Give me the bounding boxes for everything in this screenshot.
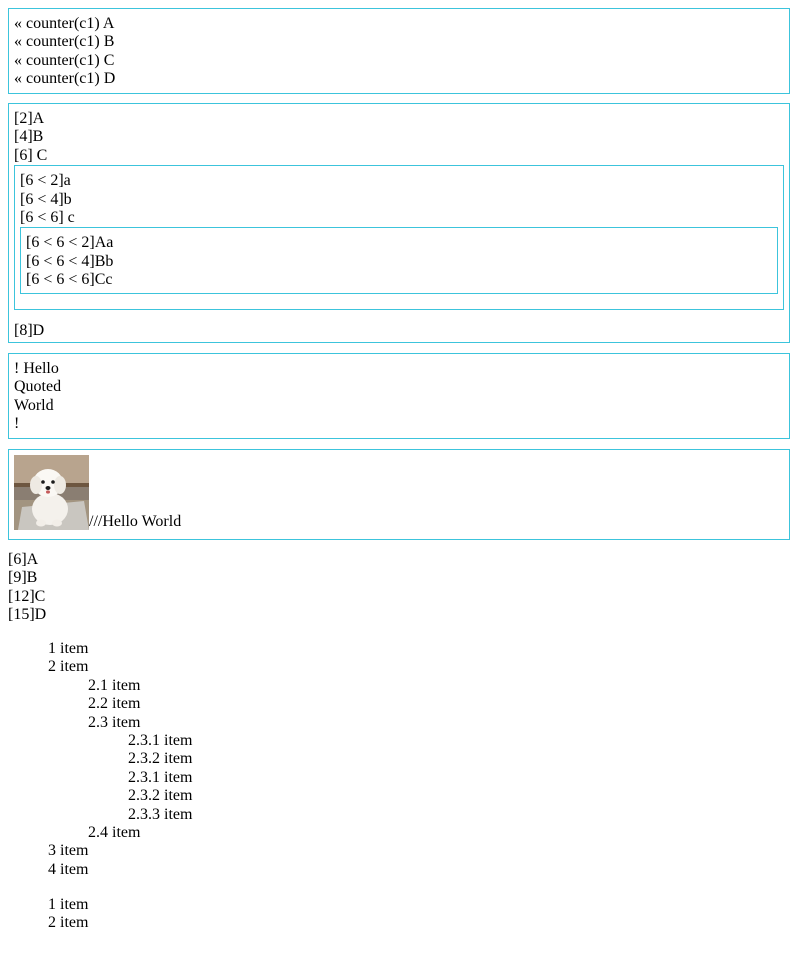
- second-numbered-list: 1 item 2 item: [48, 896, 88, 933]
- list-item: 1 item: [48, 896, 89, 913]
- counter-line: [8]D: [14, 322, 45, 340]
- list-item: 2.2 item: [88, 695, 141, 713]
- counter-line: [6 < 6 < 2]Aa: [26, 234, 114, 252]
- nested-box-level-2: [6 < 2]a [6 < 4]b [6 < 6] c [6 < 6 < 2]A…: [14, 165, 784, 311]
- list-item: 2.3.2 item: [128, 750, 193, 768]
- counter-line: « counter(c1) C: [14, 51, 115, 69]
- counter-line: [6 < 4]b: [20, 190, 72, 208]
- counter-line: « counter(c1) A: [14, 15, 115, 32]
- list-item: 4 item: [48, 860, 89, 878]
- list-item: [12]C: [8, 587, 46, 605]
- list-item: 2.4 item: [88, 823, 141, 841]
- list-item: 3 item: [48, 842, 89, 860]
- list-item: 2.3.1 item: [128, 731, 193, 749]
- quote-line: Quoted: [14, 378, 62, 396]
- counter-line: [6 < 2]a: [20, 172, 71, 190]
- image-content-box: ///Hello World: [8, 449, 790, 540]
- quotes-box: ! Hello Quoted World !: [8, 353, 790, 439]
- list-item: [6]A: [8, 551, 39, 568]
- counter-line: [6] C: [14, 146, 48, 164]
- list-item: 2.1 item: [88, 676, 141, 694]
- list-item: 2.3 item: [88, 713, 141, 731]
- list-item: 2 item: [48, 914, 89, 932]
- counter-line: « counter(c1) B: [14, 33, 115, 51]
- counter-line: [6 < 6 < 6]Cc: [26, 271, 113, 289]
- counter-line: « counter(c1) D: [14, 70, 116, 88]
- counter-line: [6 < 6 < 4]Bb: [26, 252, 114, 270]
- nested-box-level-3: [6 < 6 < 2]Aa [6 < 6 < 4]Bb [6 < 6 < 6]C…: [20, 227, 778, 295]
- dog-photo-icon: [14, 455, 89, 530]
- list-item: 2.3.3 item: [128, 805, 193, 823]
- list-item: 1 item: [48, 640, 89, 657]
- counter-line: [6 < 6] c: [20, 208, 75, 226]
- plain-counter-list: [6]A [9]B [12]C [15]D: [8, 551, 46, 625]
- list-item: 2.3.1 item: [128, 768, 193, 786]
- list-item: 2 item: [48, 658, 89, 676]
- counter-line: [4]B: [14, 128, 44, 146]
- list-item: [15]D: [8, 606, 47, 624]
- counter-box-1: « counter(c1) A « counter(c1) B « counte…: [8, 8, 790, 94]
- list-item: 2.3.2 item: [128, 787, 193, 805]
- nested-counter-box: [2]A [4]B [6] C [6 < 2]a [6 < 4]b [6 < 6…: [8, 103, 790, 343]
- hello-world-text: ///Hello World: [89, 513, 182, 530]
- quote-line: World: [14, 396, 54, 414]
- list-item: [9]B: [8, 569, 38, 587]
- quote-line: ! Hello: [14, 360, 59, 377]
- nested-numbered-list: 1 item 2 item 2.1 item 2.2 item 2.3 item…: [48, 640, 192, 879]
- quote-line: !: [14, 415, 20, 433]
- counter-line: [2]A: [14, 110, 45, 127]
